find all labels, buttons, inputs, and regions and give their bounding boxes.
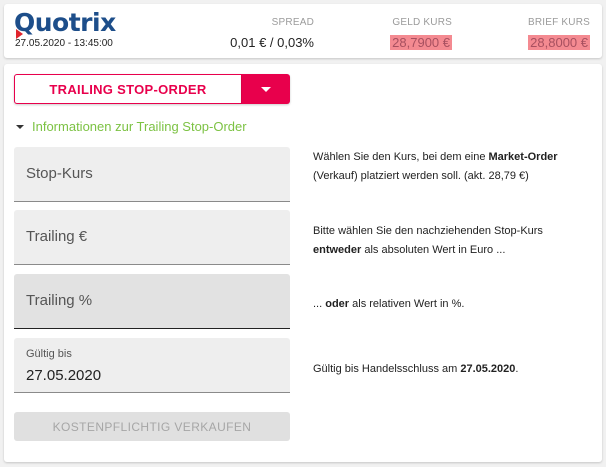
quotrix-logo: Quotrix [14,8,116,40]
quote-timestamp: 27.05.2020 - 13:45:00 [15,38,113,49]
logo-text: Quotrix [14,8,116,37]
expand-arrow-icon [16,124,24,129]
brief-kurs-value: 28,8000 € [528,35,590,50]
quote-header: Quotrix 27.05.2020 - 13:45:00 SPREAD 0,0… [4,4,602,58]
stop-kurs-input[interactable]: Stop-Kurs [14,147,290,202]
geld-kurs-value: 28,7900 € [390,35,452,50]
trailing-eur-description: Bitte wählen Sie den nachziehenden Stop-… [313,225,543,256]
chevron-down-icon [261,86,271,92]
brief-kurs-quote: BRIEF KURS 28,8000 € [528,17,590,50]
brief-kurs-label: BRIEF KURS [527,17,590,28]
info-expander[interactable]: Informationen zur Trailing Stop-Order [16,119,247,134]
sell-button[interactable]: KOSTENPFLICHTIG VERKAUFEN [14,412,290,441]
gueltig-bis-description: Gültig bis Handelsschluss am 27.05.2020. [313,363,519,375]
stop-kurs-label: Stop-Kurs [26,165,93,182]
spread-quote: SPREAD 0,01 € / 0,03% [230,17,314,50]
order-type-dropdown-button[interactable] [242,74,290,104]
trailing-eur-label: Trailing € [26,228,88,245]
spread-label: SPREAD [271,17,314,28]
order-form-card: TRAILING STOP-ORDER Informationen zur Tr… [4,64,602,462]
gueltig-bis-label: Gültig bis [26,348,72,360]
stop-kurs-description: Wählen Sie den Kurs, bei dem eine Market… [313,151,558,182]
order-type-button[interactable]: TRAILING STOP-ORDER [14,74,242,104]
trailing-percent-description: ... oder als relativen Wert in %. [313,298,465,310]
trailing-eur-input[interactable]: Trailing € [14,210,290,265]
spread-value: 0,01 € / 0,03% [230,35,314,50]
geld-kurs-label: GELD KURS [392,17,452,28]
trailing-percent-input[interactable]: Trailing % [14,274,290,329]
geld-kurs-quote: GELD KURS 28,7900 € [390,17,452,50]
info-expander-label: Informationen zur Trailing Stop-Order [32,119,247,134]
trailing-percent-label: Trailing % [26,292,93,309]
gueltig-bis-input[interactable]: Gültig bis 27.05.2020 [14,338,290,393]
gueltig-bis-value: 27.05.2020 [26,367,102,384]
